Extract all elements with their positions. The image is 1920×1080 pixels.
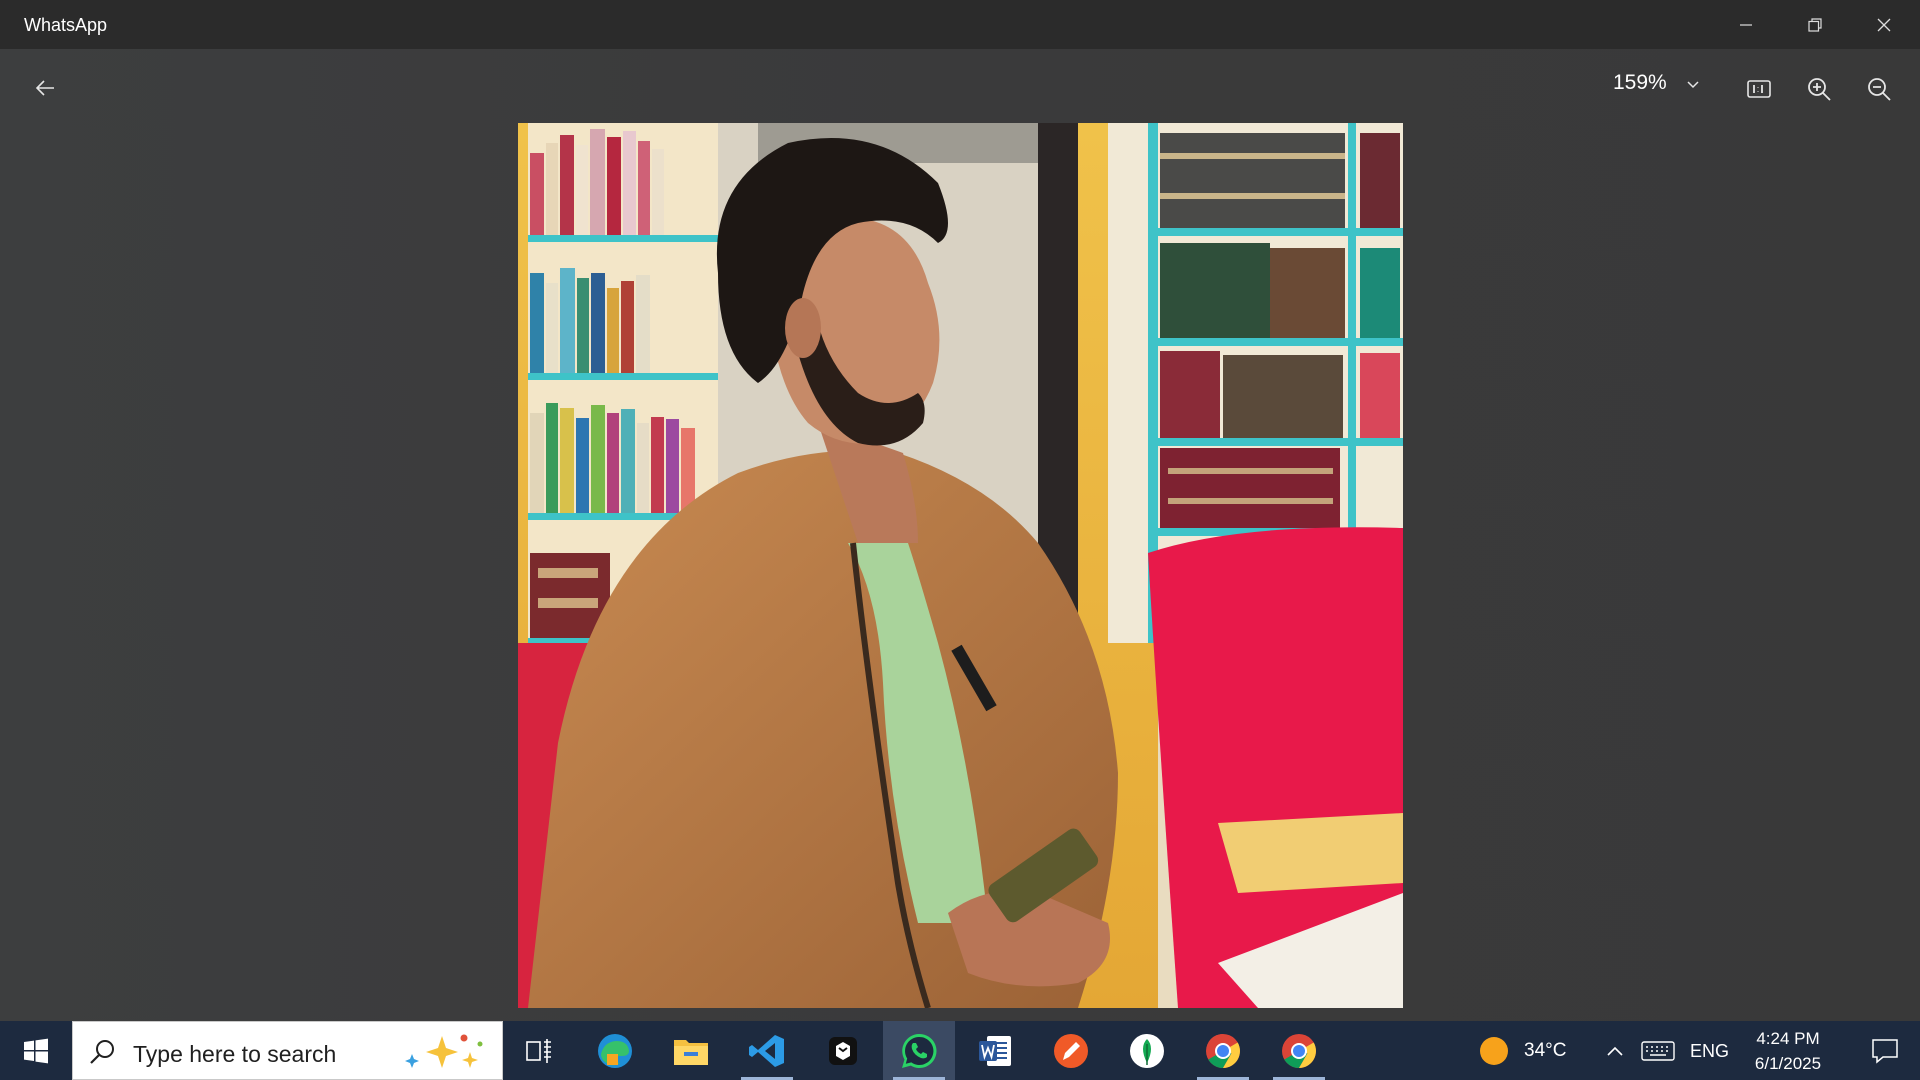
pen-app-icon	[1054, 1033, 1088, 1068]
window-title: WhatsApp	[24, 15, 108, 35]
weather-widget[interactable]: 34°C	[1470, 1021, 1580, 1080]
whatsapp-icon	[902, 1033, 937, 1068]
touch-keyboard-button[interactable]	[1640, 1037, 1676, 1065]
terminal-button[interactable]	[807, 1021, 879, 1080]
input-language[interactable]: ENG	[1690, 1041, 1729, 1062]
chevron-up-icon	[1607, 1046, 1623, 1056]
search-box[interactable]: Type here to search	[72, 1021, 503, 1080]
leaf-app-icon	[1130, 1033, 1164, 1068]
search-icon	[90, 1040, 114, 1064]
search-highlights-icon	[405, 1034, 483, 1068]
task-view-button[interactable]	[503, 1021, 575, 1080]
restore-icon	[1808, 17, 1822, 32]
terminal-icon	[829, 1036, 857, 1065]
keyboard-icon	[1641, 1041, 1675, 1061]
minimize-button[interactable]	[1712, 0, 1780, 49]
vscode-icon	[749, 1034, 784, 1067]
pen-app-button[interactable]	[1035, 1021, 1107, 1080]
close-button[interactable]	[1850, 0, 1918, 49]
minimize-icon	[1740, 23, 1752, 26]
edge-icon	[598, 1033, 632, 1068]
chrome-button-1[interactable]	[1187, 1021, 1259, 1080]
actual-size-icon	[1747, 80, 1771, 98]
photo-scene	[518, 123, 1403, 1008]
chrome-icon	[1282, 1033, 1316, 1068]
zoom-out-button[interactable]	[1857, 67, 1901, 111]
start-button[interactable]	[0, 1021, 72, 1080]
show-hidden-icons-button[interactable]	[1600, 1037, 1630, 1065]
restore-button[interactable]	[1781, 0, 1849, 49]
taskbar: Type here to search 34°C ENG 4:24 PM 6/1…	[0, 1021, 1920, 1080]
image-viewer: 159%	[0, 49, 1920, 1021]
word-icon	[979, 1035, 1011, 1066]
zoom-out-icon	[1868, 78, 1891, 101]
back-arrow-icon	[35, 80, 54, 96]
search-placeholder: Type here to search	[133, 1041, 337, 1067]
clock[interactable]: 4:24 PM 6/1/2025	[1748, 1026, 1828, 1076]
vscode-button[interactable]	[731, 1021, 803, 1080]
windows-logo-icon	[24, 1038, 48, 1063]
zoom-level: 159%	[1613, 71, 1667, 94]
notification-center-button[interactable]	[1850, 1021, 1920, 1080]
close-icon	[1877, 18, 1891, 31]
zoom-in-button[interactable]	[1797, 67, 1841, 111]
chevron-down-icon	[1687, 81, 1699, 89]
actual-size-button[interactable]	[1737, 67, 1781, 111]
back-button[interactable]	[26, 69, 64, 107]
leaf-app-button[interactable]	[1111, 1021, 1183, 1080]
zoom-dropdown-button[interactable]	[1681, 73, 1705, 97]
temperature: 34°C	[1524, 1040, 1567, 1061]
task-view-icon	[526, 1038, 551, 1063]
file-explorer-icon	[674, 1039, 708, 1065]
title-bar: WhatsApp	[0, 0, 1920, 49]
sun-icon	[1480, 1037, 1508, 1065]
notification-icon	[1872, 1038, 1898, 1064]
chrome-button-2[interactable]	[1263, 1021, 1335, 1080]
clock-time: 4:24 PM	[1756, 1029, 1820, 1048]
zoom-in-icon	[1808, 78, 1831, 101]
file-explorer-button[interactable]	[655, 1021, 727, 1080]
whatsapp-button[interactable]	[883, 1021, 955, 1080]
chrome-icon	[1206, 1033, 1240, 1068]
edge-button[interactable]	[579, 1021, 651, 1080]
clock-date: 6/1/2025	[1754, 1054, 1822, 1073]
word-button[interactable]	[959, 1021, 1031, 1080]
displayed-photo[interactable]	[518, 123, 1403, 1008]
